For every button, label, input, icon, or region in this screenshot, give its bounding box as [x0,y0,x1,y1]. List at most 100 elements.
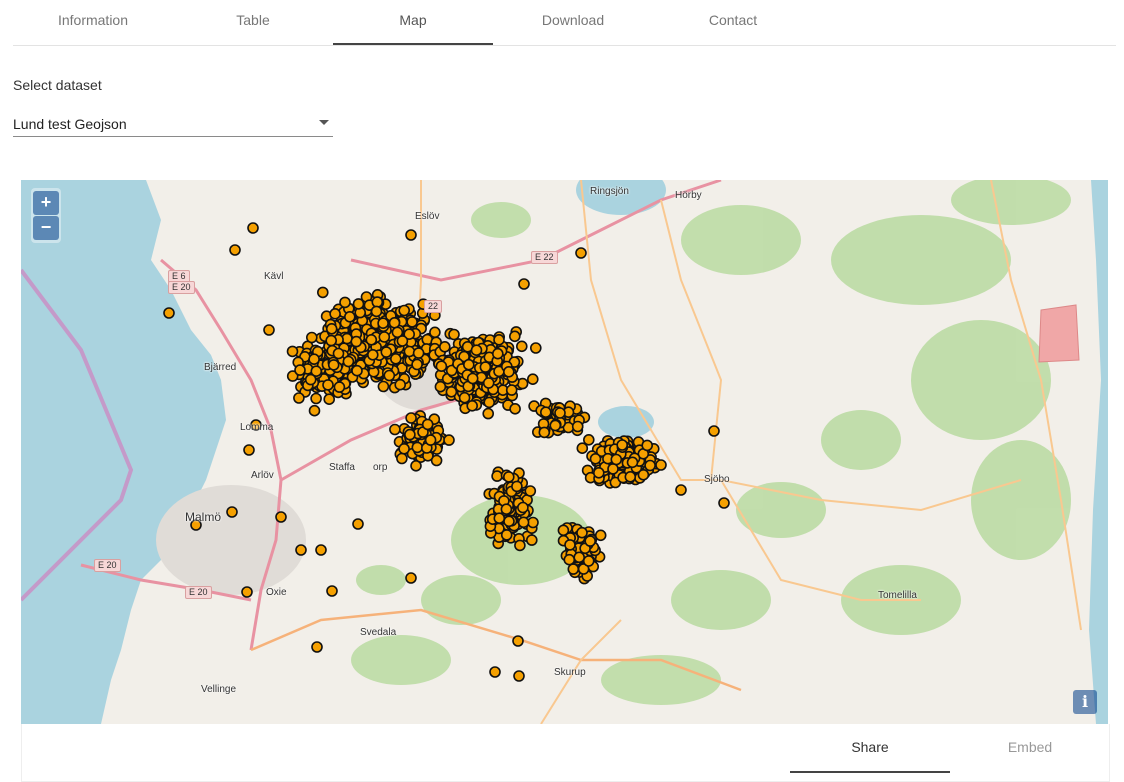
map-marker[interactable] [322,379,334,391]
map-marker[interactable] [316,286,329,299]
map-marker[interactable] [365,334,378,346]
map-marker[interactable] [482,377,495,389]
map-marker[interactable] [517,501,529,514]
map-marker[interactable] [554,407,566,419]
map-marker[interactable] [637,468,650,481]
map-marker[interactable] [343,311,356,323]
map-marker[interactable] [438,341,451,353]
map-marker[interactable] [405,229,417,241]
map-marker[interactable] [403,345,416,358]
map-marker[interactable] [500,529,513,541]
map-marker[interactable] [610,453,623,466]
map-marker[interactable] [286,345,299,358]
map-marker[interactable] [584,535,597,547]
tab-contact[interactable]: Contact [653,0,813,44]
map-marker[interactable] [493,512,506,525]
map-marker[interactable] [483,396,496,409]
tab-download[interactable]: Download [493,0,653,44]
map-marker[interactable] [466,400,479,412]
map-view[interactable]: Eslöv Hörby Ringsjön Kävl Bjärred Lomma … [21,180,1108,724]
map-marker[interactable] [352,518,364,530]
tab-map[interactable]: Map [333,0,493,45]
map-marker[interactable] [388,317,401,329]
map-marker[interactable] [339,296,351,309]
map-marker[interactable] [398,304,411,317]
map-marker[interactable] [304,373,317,386]
map-marker[interactable] [644,459,656,472]
map-marker[interactable] [394,378,407,391]
map-marker[interactable] [529,342,542,354]
map-marker[interactable] [405,412,417,424]
tab-information[interactable]: Information [13,0,173,44]
map-marker[interactable] [421,418,434,431]
map-marker[interactable] [527,516,539,529]
map-canvas[interactable] [21,180,1108,724]
map-marker[interactable] [526,373,539,385]
map-marker[interactable] [567,563,580,575]
map-marker[interactable] [371,296,384,308]
map-marker[interactable] [539,406,552,418]
map-marker[interactable] [411,441,424,454]
map-marker[interactable] [241,586,253,598]
map-marker[interactable] [226,506,238,518]
map-marker[interactable] [243,444,255,456]
map-marker[interactable] [406,316,418,328]
map-marker[interactable] [503,515,515,528]
map-marker[interactable] [626,456,639,469]
map-marker[interactable] [370,305,383,318]
map-marker[interactable] [589,452,602,465]
map-marker[interactable] [594,529,607,542]
map-marker[interactable] [405,572,417,584]
map-marker[interactable] [308,353,320,365]
map-marker[interactable] [592,466,605,479]
map-marker[interactable] [512,635,524,647]
map-marker[interactable] [229,244,241,256]
map-marker[interactable] [325,323,338,335]
map-marker[interactable] [263,324,275,336]
map-marker[interactable] [491,347,504,360]
tab-embed[interactable]: Embed [950,724,1110,771]
map-marker[interactable] [524,485,537,497]
map-marker[interactable] [511,480,523,493]
map-marker[interactable] [329,308,341,320]
map-marker[interactable] [607,463,619,475]
map-marker[interactable] [389,353,402,365]
map-marker[interactable] [445,386,458,398]
dataset-select[interactable]: Lund test Geojson [13,108,333,137]
map-marker[interactable] [315,544,327,556]
map-marker[interactable] [466,372,479,385]
map-marker[interactable] [641,439,654,452]
map-marker[interactable] [311,641,323,653]
map-marker[interactable] [525,534,538,546]
map-marker[interactable] [479,361,492,373]
map-marker[interactable] [377,317,389,329]
map-marker[interactable] [424,434,437,446]
tab-share[interactable]: Share [790,724,950,773]
zoom-out-button[interactable]: − [33,216,59,240]
map-marker[interactable] [549,419,562,432]
map-marker[interactable] [655,459,667,471]
tab-table[interactable]: Table [173,0,333,44]
map-marker[interactable] [563,553,576,566]
map-marker[interactable] [326,585,338,597]
map-marker[interactable] [575,247,587,259]
attribution-info-button[interactable]: i [1073,690,1097,714]
map-marker[interactable] [396,335,409,347]
map-marker[interactable] [508,330,521,343]
map-marker[interactable] [377,380,390,393]
map-marker[interactable] [293,392,305,404]
map-marker[interactable] [573,551,586,564]
map-marker[interactable] [333,381,346,393]
map-marker[interactable] [576,526,588,539]
map-marker[interactable] [429,326,441,339]
map-marker[interactable] [342,355,355,368]
map-marker[interactable] [295,544,307,556]
map-marker[interactable] [378,331,391,343]
map-marker[interactable] [350,335,363,348]
map-marker[interactable] [571,420,584,433]
map-marker[interactable] [398,442,410,455]
map-marker[interactable] [247,222,259,234]
map-marker[interactable] [396,452,408,465]
map-marker[interactable] [675,484,687,496]
map-marker[interactable] [616,439,629,451]
